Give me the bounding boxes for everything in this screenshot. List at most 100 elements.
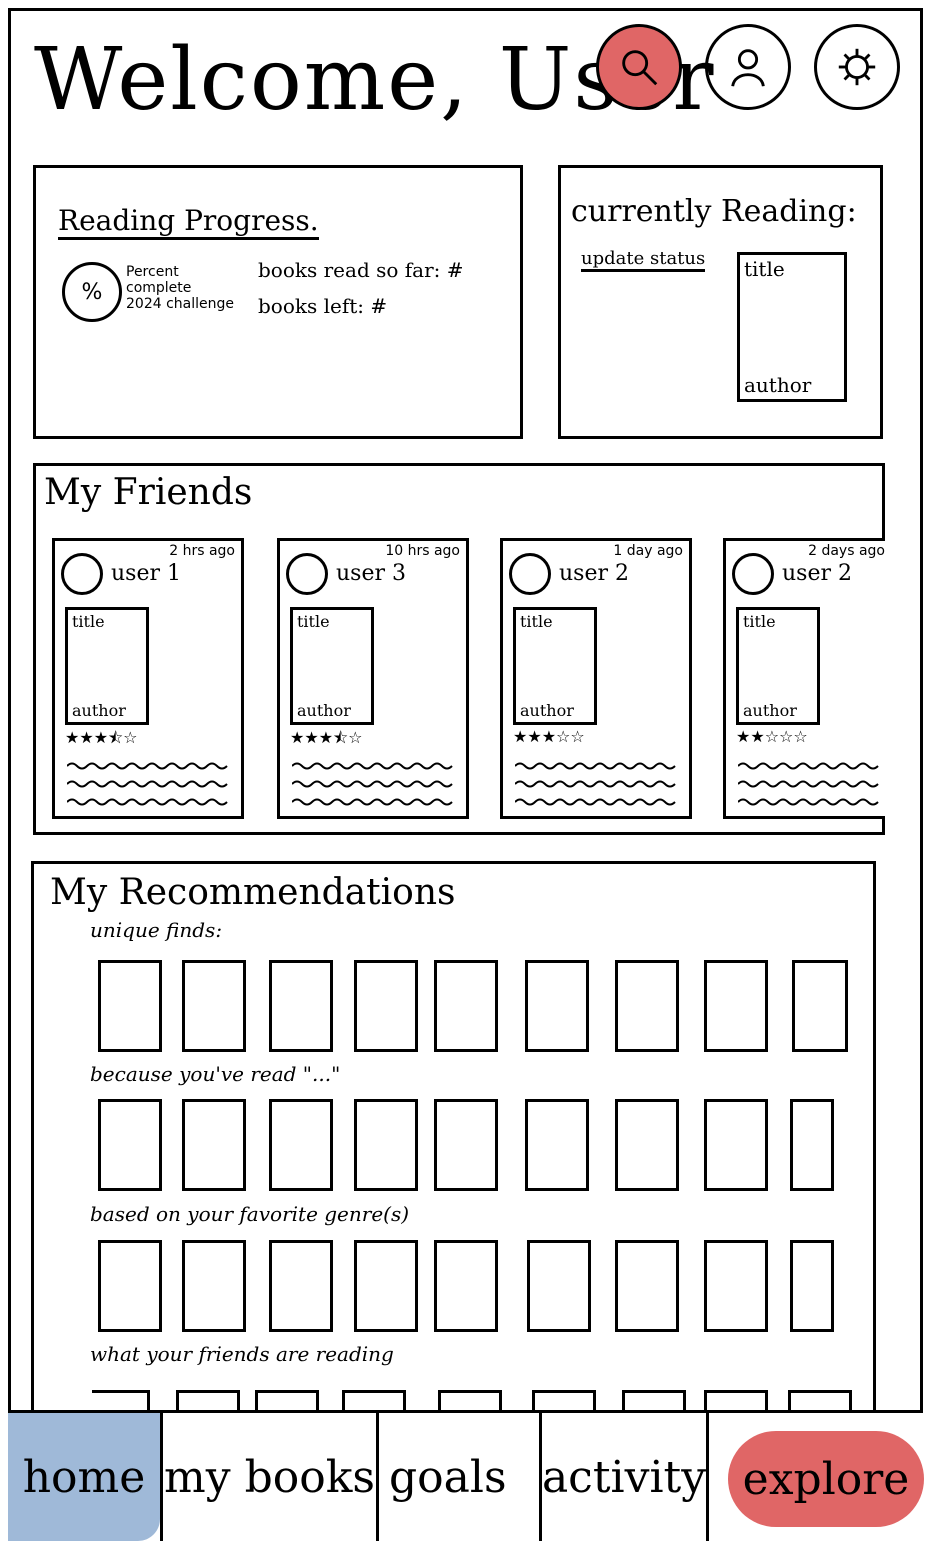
friend-card[interactable]: 2 days ago user 2 title author ★★☆☆☆ — [723, 538, 885, 819]
book-cover[interactable]: title author — [736, 607, 820, 725]
search-button[interactable] — [596, 24, 682, 110]
nav-explore[interactable]: explore — [728, 1431, 924, 1527]
book-title: title — [297, 612, 330, 631]
rec-book[interactable] — [176, 1390, 240, 1410]
rec-row-unique-finds — [92, 960, 872, 1056]
rec-row-because-youve-read — [92, 1099, 872, 1195]
review-line — [738, 762, 879, 770]
book-author: author — [520, 701, 574, 720]
rec-book[interactable] — [704, 1099, 768, 1191]
rec-book[interactable] — [354, 1240, 418, 1332]
friend-name: user 2 — [782, 561, 852, 586]
review-line — [292, 798, 453, 806]
rec-book[interactable] — [434, 960, 498, 1052]
profile-button[interactable] — [705, 24, 791, 110]
rec-book[interactable] — [182, 1240, 246, 1332]
rec-book[interactable] — [788, 1390, 852, 1410]
update-status-link[interactable]: update status — [581, 248, 706, 272]
rec-book[interactable] — [182, 960, 246, 1052]
book-author: author — [72, 701, 126, 720]
rec-book[interactable] — [438, 1390, 502, 1410]
nav-explore-label: explore — [742, 1453, 910, 1505]
rec-book[interactable] — [92, 1390, 150, 1410]
nav-goals-label: goals — [389, 1451, 507, 1503]
rec-book[interactable] — [532, 1390, 596, 1410]
current-book-cover[interactable]: title author — [737, 252, 847, 402]
rec-book[interactable] — [615, 960, 679, 1052]
star-rating: ★★★⯪☆ — [290, 728, 363, 747]
book-author: author — [297, 701, 351, 720]
review-line — [67, 780, 228, 788]
rec-book[interactable] — [255, 1390, 319, 1410]
review-line — [515, 780, 676, 788]
friend-card[interactable]: 1 day ago user 2 title author ★★★☆☆ — [500, 538, 692, 819]
rec-book[interactable] — [615, 1099, 679, 1191]
friend-card[interactable]: 10 hrs ago user 3 title author ★★★⯪☆ — [277, 538, 469, 819]
rec-book[interactable] — [269, 1099, 333, 1191]
rec-book[interactable] — [269, 1240, 333, 1332]
rec-book[interactable] — [354, 1099, 418, 1191]
book-cover[interactable]: title author — [513, 607, 597, 725]
rec-book[interactable] — [615, 1240, 679, 1332]
time-ago: 2 hrs ago — [169, 543, 235, 559]
bottom-nav: home my books goals activity explore — [8, 1410, 924, 1541]
rec-book[interactable] — [525, 1099, 589, 1191]
rec-book[interactable] — [98, 1099, 162, 1191]
friend-name: user 1 — [111, 561, 181, 586]
book-author: author — [744, 373, 812, 397]
avatar — [509, 553, 551, 595]
rec-book[interactable] — [704, 1240, 768, 1332]
avatar — [732, 553, 774, 595]
nav-divider — [706, 1413, 709, 1541]
friends-title: My Friends — [44, 472, 253, 513]
review-line — [67, 798, 228, 806]
rec-book[interactable] — [790, 1099, 834, 1191]
rec-book[interactable] — [182, 1099, 246, 1191]
settings-button[interactable] — [814, 24, 900, 110]
rec-book[interactable] — [269, 960, 333, 1052]
rec-book[interactable] — [342, 1390, 406, 1410]
nav-home-label: home — [22, 1451, 146, 1503]
nav-home[interactable]: home — [8, 1413, 160, 1541]
book-cover[interactable]: title author — [65, 607, 149, 725]
rec-book[interactable] — [704, 1390, 768, 1410]
book-cover[interactable]: title author — [290, 607, 374, 725]
nav-activity[interactable]: activity — [542, 1413, 706, 1541]
rec-book[interactable] — [527, 1240, 591, 1332]
reading-progress-title: Reading Progress. — [58, 204, 319, 240]
avatar — [286, 553, 328, 595]
book-title: title — [743, 612, 776, 631]
rec-book[interactable] — [622, 1390, 686, 1410]
rec-row-friends-reading — [92, 1390, 872, 1410]
nav-my-books[interactable]: my books — [163, 1413, 376, 1541]
review-line — [515, 762, 676, 770]
nav-goals[interactable]: goals — [379, 1413, 539, 1541]
rec-book[interactable] — [98, 960, 162, 1052]
book-author: author — [743, 701, 797, 720]
review-line — [738, 780, 879, 788]
star-rating: ★★★☆☆ — [513, 727, 585, 746]
review-line — [292, 762, 453, 770]
gear-icon — [838, 48, 876, 86]
rec-book[interactable] — [434, 1099, 498, 1191]
review-line — [738, 798, 879, 806]
user-icon — [731, 49, 765, 87]
time-ago: 1 day ago — [613, 543, 683, 559]
rec-book[interactable] — [354, 960, 418, 1052]
avatar — [61, 553, 103, 595]
star-rating: ★★☆☆☆ — [736, 727, 808, 746]
rec-book[interactable] — [790, 1240, 834, 1332]
rec-book[interactable] — [525, 960, 589, 1052]
rec-section-label: what your friends are reading — [90, 1342, 394, 1366]
nav-activity-label: activity — [541, 1451, 707, 1503]
rec-book[interactable] — [434, 1240, 498, 1332]
rec-book[interactable] — [792, 960, 848, 1052]
friend-card[interactable]: 2 hrs ago user 1 title author ★★★⯪☆ — [52, 538, 244, 819]
rec-book[interactable] — [704, 960, 768, 1052]
book-title: title — [520, 612, 553, 631]
rec-row-favorite-genres — [92, 1240, 872, 1336]
rec-section-label: based on your favorite genre(s) — [90, 1202, 410, 1226]
rec-book[interactable] — [98, 1240, 162, 1332]
nav-my-books-label: my books — [164, 1451, 375, 1503]
book-title: title — [72, 612, 105, 631]
